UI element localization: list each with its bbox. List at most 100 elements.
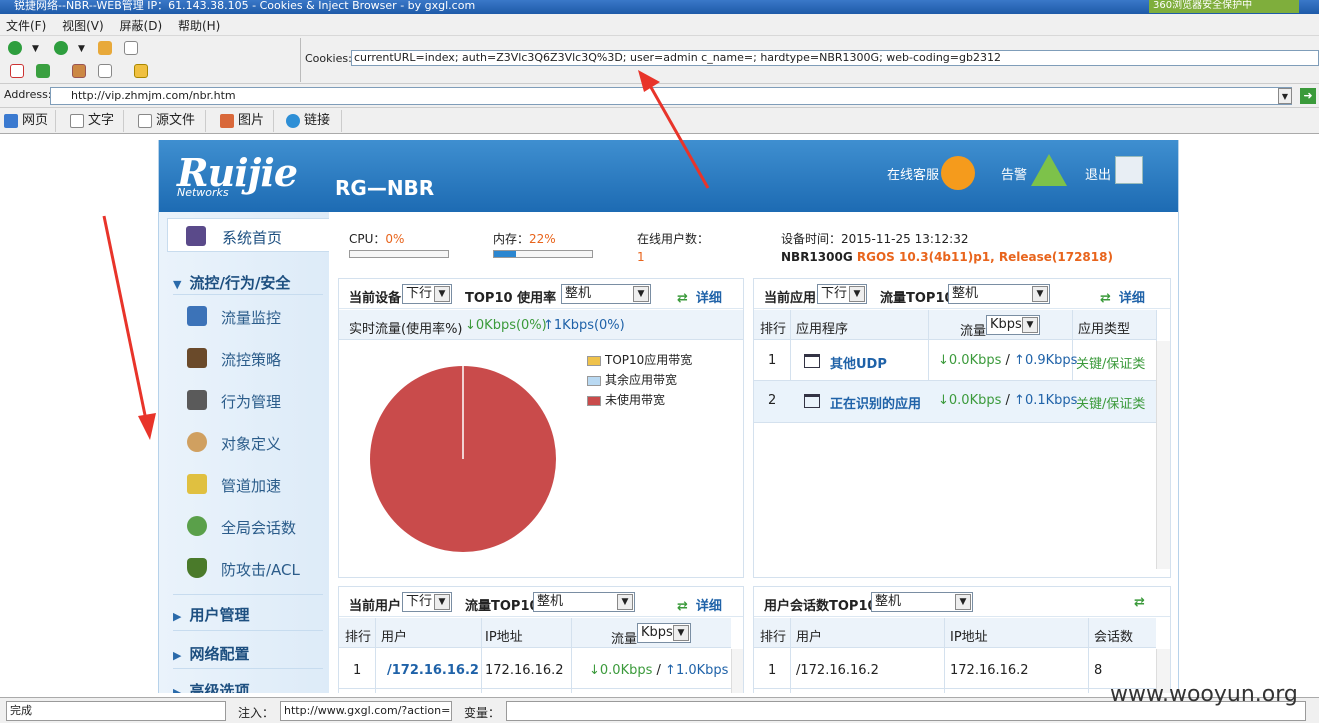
home-icon[interactable] (98, 41, 112, 55)
cookies-label: Cookies: (305, 52, 352, 65)
scope-select[interactable]: 整机 ▼ (561, 284, 651, 304)
menu-block[interactable]: 屏蔽(D) (114, 14, 169, 37)
globe-icon (286, 114, 300, 128)
table-row[interactable]: 1 /172.16.16.2 172.16.16.2 8 (754, 649, 1156, 689)
forward-icon[interactable] (54, 41, 68, 55)
online-service-link[interactable]: 在线客服 (887, 164, 939, 183)
window-icon (804, 394, 820, 408)
sidebar-item-sessions[interactable]: 全局会话数 (221, 517, 296, 538)
scrollbar[interactable] (1156, 341, 1170, 569)
sidebar-item-object[interactable]: 对象定义 (221, 433, 281, 454)
scope-select[interactable]: 整机 ▼ (533, 592, 635, 612)
direction-select[interactable]: 下行 ▼ (402, 284, 452, 304)
chevron-right-icon: ▶ (173, 610, 182, 623)
sidebar-item-pipe-accel[interactable]: 管道加速 (221, 475, 281, 496)
back-dropdown-icon[interactable]: ▼ (32, 44, 42, 54)
sidebar-group-user-mgmt[interactable]: ▶ 用户管理 (173, 604, 249, 625)
traffic-monitor-icon (187, 306, 207, 326)
menu-file[interactable]: 文件(F) (0, 14, 52, 37)
chevron-down-icon: ▼ (173, 278, 182, 291)
refresh-icon[interactable]: ⇄ (677, 599, 688, 614)
cookies-input[interactable]: currentURL=index; auth=Z3Vlc3Q6Z3Vlc3Q%3… (351, 50, 1319, 66)
unit-select[interactable]: Kbps ▼ (637, 623, 691, 643)
forward-dropdown-icon[interactable]: ▼ (78, 44, 88, 54)
menu-bar: 文件(F) 视图(V) 屏蔽(D) 帮助(H) (0, 14, 1319, 36)
save-icon[interactable] (72, 64, 86, 78)
legend-item: 其余应用带宽 (587, 371, 692, 391)
palette-icon (187, 432, 207, 452)
sidebar-item-home[interactable]: 系统首页 (167, 218, 329, 252)
sidebar-group-flow-control[interactable]: ▼ 流控/行为/安全 (173, 272, 290, 293)
tab-images[interactable]: 图片 (218, 110, 274, 132)
sidebar-item-flow-policy[interactable]: 流控策略 (221, 349, 281, 370)
table-row[interactable]: 2 正在识别的应用 ↓0.0Kbps / ↑0.1Kbps 关键/保证类 (754, 381, 1156, 423)
session-panel: 用户会话数TOP10 整机 ▼ ⇄ 排行 用户 IP地址 会话数 1 /172.1… (753, 586, 1171, 693)
model-name: RG—NBR (335, 176, 435, 200)
refresh-icon[interactable]: ⇄ (1100, 291, 1111, 306)
table-row[interactable]: 1 /172.16.16.2 172.16.16.2 ↓0.0Kbps / ↑1… (339, 649, 731, 689)
table-row[interactable]: 1 其他UDP ↓0.0Kbps / ↑0.9Kbps 关键/保证类 (754, 341, 1156, 381)
sidebar-item-behavior[interactable]: 行为管理 (221, 391, 281, 412)
sidebar-group-network[interactable]: ▶ 网络配置 (173, 643, 249, 664)
inject-label: 注入： (238, 706, 275, 720)
panel-header: 当前设备 下行 ▼ TOP10 使用率 整机 ▼ ⇄ 详细 (339, 279, 743, 309)
stop-icon[interactable] (10, 64, 24, 78)
tab-links[interactable]: 链接 (284, 110, 342, 132)
direction-select[interactable]: 下行 ▼ (402, 592, 452, 612)
go-icon[interactable]: ➜ (1300, 88, 1316, 104)
back-icon[interactable] (8, 41, 22, 55)
address-input[interactable]: http://vip.zhmjm.com/nbr.htm (50, 87, 1292, 105)
smiley-icon[interactable] (941, 156, 975, 190)
address-bar: Address: http://vip.zhmjm.com/nbr.htm ▼ … (0, 84, 1319, 108)
chevron-right-icon: ▶ (173, 649, 182, 662)
cookies-bar: Cookies: currentURL=index; auth=Z3Vlc3Q6… (300, 38, 1319, 82)
refresh-icon[interactable]: ⇄ (677, 291, 688, 306)
copy-icon[interactable] (98, 64, 112, 78)
tab-text[interactable]: 文字 (68, 110, 124, 132)
window-title: 锐捷网络--NBR--WEB管理 IP：61.143.38.105 - Cook… (14, 0, 476, 12)
table-header: 排行 用户 IP地址 流量 Kbps ▼ (339, 618, 731, 648)
user-traffic-panel: 当前用户 下行 ▼ 流量TOP10 整机 ▼ ⇄ 详细 排行 用户 IP地址 流量 K… (338, 586, 744, 693)
sidebar-group-advanced[interactable]: ▶ 高级选项 (173, 680, 249, 693)
memory-progress (493, 250, 593, 258)
logout-link[interactable]: 退出 (1085, 164, 1111, 183)
alarm-link[interactable]: 告警 (1001, 164, 1027, 183)
sidebar-item-traffic-monitor[interactable]: 流量监控 (221, 307, 281, 328)
tab-webpage[interactable]: 网页 (2, 110, 56, 132)
menu-help[interactable]: 帮助(H) (172, 14, 226, 37)
cpu-stat: CPU：0% (349, 232, 405, 246)
logout-icon[interactable] (1115, 156, 1143, 184)
source-icon (138, 114, 152, 128)
direction-select[interactable]: 下行 ▼ (817, 284, 867, 304)
alarm-icon[interactable] (1031, 154, 1067, 186)
address-dropdown-icon[interactable]: ▼ (1278, 88, 1292, 104)
scope-select[interactable]: 整机 ▼ (948, 284, 1050, 304)
unit-select[interactable]: Kbps ▼ (986, 315, 1040, 335)
device-version: NBR1300G RGOS 10.3(4b11)p1, Release(1728… (781, 250, 1113, 264)
chat-icon (187, 516, 207, 536)
monitor-icon (186, 226, 206, 246)
system-stats: CPU：0% 内存：22% 在线用户数： 1 设备时间：2015-11-25 1… (329, 212, 1178, 278)
flow-policy-icon (187, 348, 207, 368)
menu-view[interactable]: 视图(V) (56, 14, 110, 37)
logo-subtitle: Networks (177, 186, 229, 199)
detail-link[interactable]: ⇄ 详细 (677, 287, 722, 306)
refresh-icon[interactable] (36, 64, 50, 78)
realtime-header: 实时流量(使用率%) ↓0Kbps(0%) ↑1Kbps(0%) (339, 310, 743, 340)
window-title-bar: 锐捷网络--NBR--WEB管理 IP：61.143.38.105 - Cook… (0, 0, 1319, 14)
router-admin-page: Ruijie Networks RG—NBR 在线客服 告警 退出 系统首页 ▼… (158, 140, 1179, 693)
tab-source[interactable]: 源文件 (136, 110, 206, 132)
new-page-icon[interactable] (124, 41, 138, 55)
device-usage-panel: 当前设备 下行 ▼ TOP10 使用率 整机 ▼ ⇄ 详细 实时流量(使用率%) ↓0… (338, 278, 744, 578)
inject-input[interactable]: http://www.gxgl.com/?action=show (280, 701, 452, 721)
sidebar-item-acl[interactable]: 防攻击/ACL (221, 559, 300, 580)
detail-link[interactable]: ⇄ 详细 (1100, 287, 1145, 306)
refresh-icon[interactable]: ⇄ (1134, 595, 1153, 610)
online-users-value: 1 (637, 250, 645, 264)
lock-icon[interactable] (134, 64, 148, 78)
scrollbar[interactable] (731, 649, 743, 693)
detail-link[interactable]: ⇄ 详细 (677, 595, 722, 614)
window-icon (804, 354, 820, 368)
scope-select[interactable]: 整机 ▼ (871, 592, 973, 612)
text-icon (70, 114, 84, 128)
